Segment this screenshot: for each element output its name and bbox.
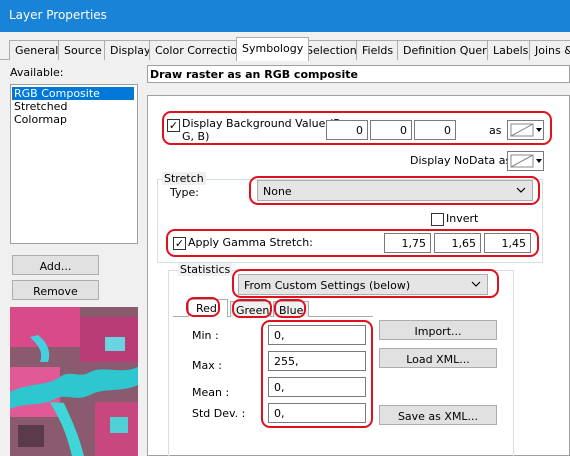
available-label: Available: xyxy=(10,66,64,79)
tab-labels[interactable]: Labels xyxy=(487,40,535,60)
min-label: Min : xyxy=(192,329,219,342)
annotation-highlight xyxy=(249,176,540,205)
import-button[interactable]: Import... xyxy=(379,320,497,340)
statistics-group-label: Statistics xyxy=(178,263,233,276)
remove-button[interactable]: Remove xyxy=(12,280,99,300)
max-label: Max : xyxy=(192,359,222,372)
stretch-type-label: Type: xyxy=(170,186,199,199)
tab-source[interactable]: Source xyxy=(58,40,108,60)
list-item-rgb-composite[interactable]: RGB Composite xyxy=(12,87,134,100)
nodata-label: Display NoData as xyxy=(410,154,512,167)
renderer-description: Draw raster as an RGB composite xyxy=(147,65,570,83)
chevron-down-icon xyxy=(536,159,542,163)
tab-color-correction[interactable]: Color Correction xyxy=(149,40,251,60)
nodata-color-picker[interactable] xyxy=(507,151,544,171)
annotation-highlight xyxy=(261,320,373,428)
tab-definition-query[interactable]: Definition Query xyxy=(397,40,500,60)
annotation-highlight xyxy=(232,269,499,298)
annotation-highlight xyxy=(274,299,306,318)
annotation-highlight xyxy=(232,299,272,318)
stretch-group-label: Stretch xyxy=(162,172,206,185)
tab-selection[interactable]: Selection xyxy=(300,40,363,60)
tab-general[interactable]: General xyxy=(9,40,65,60)
invert-checkbox[interactable] xyxy=(431,213,444,226)
raster-preview xyxy=(10,307,138,456)
list-item-colormap[interactable]: Colormap xyxy=(12,113,67,126)
add-button[interactable]: Add... xyxy=(12,255,99,275)
list-item-stretched[interactable]: Stretched xyxy=(12,100,67,113)
std-dev-label: Std Dev. : xyxy=(192,407,246,420)
annotation-highlight xyxy=(166,229,539,257)
invert-label: Invert xyxy=(446,212,479,225)
annotation-highlight xyxy=(186,297,220,317)
tab-fields[interactable]: Fields xyxy=(356,40,400,60)
annotation-highlight xyxy=(162,111,552,145)
tab-joins[interactable]: Joins & xyxy=(529,40,570,60)
tab-symbology[interactable]: Symbology xyxy=(236,37,310,61)
mean-label: Mean : xyxy=(192,386,230,399)
load-xml-button[interactable]: Load XML... xyxy=(379,348,497,368)
window-title: Layer Properties xyxy=(9,8,107,22)
save-xml-button[interactable]: Save as XML... xyxy=(379,405,497,425)
